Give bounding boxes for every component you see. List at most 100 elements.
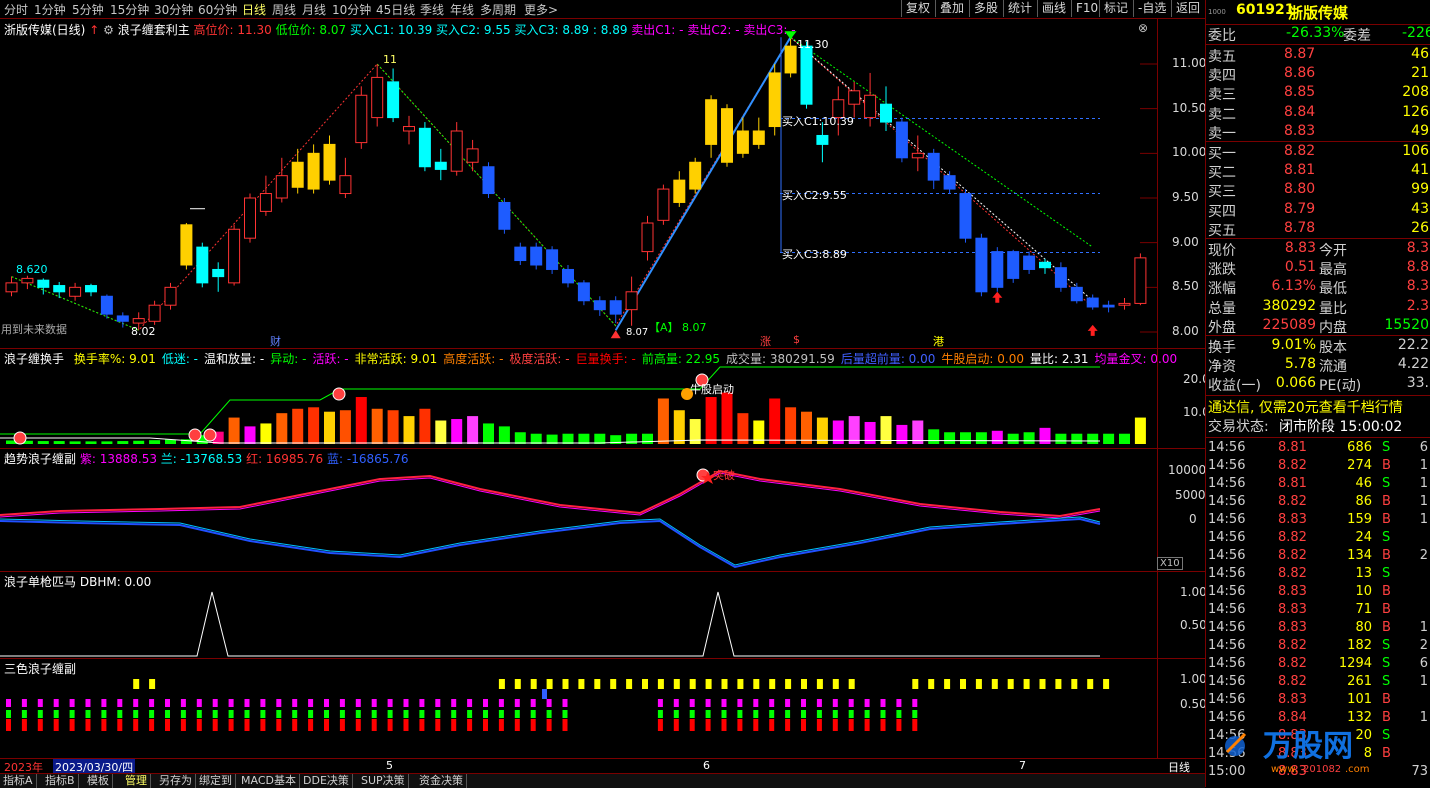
tricolor-red-mark: [260, 719, 266, 731]
period-tab[interactable]: 10分钟: [332, 1, 371, 18]
candle-body: [259, 193, 272, 212]
price-tick: 10.00: [1172, 145, 1207, 160]
tricolor-green-mark: [196, 710, 202, 718]
period-tab[interactable]: 60分钟: [198, 1, 237, 18]
period-tab[interactable]: 15分钟: [110, 1, 149, 18]
toolbar-button[interactable]: -自选: [1133, 0, 1170, 17]
tricolor-red-mark: [546, 719, 552, 731]
turnover-bar: [483, 423, 494, 444]
bottom-marker: [610, 330, 621, 339]
tick-bs: S: [1382, 638, 1391, 653]
date-axis: 2023年 2023/03/30/四 5 6 7 日线: [0, 758, 1205, 775]
period-tab[interactable]: 多周期: [480, 1, 516, 18]
candle-body: [705, 99, 718, 145]
toolbar-button[interactable]: 复权: [901, 0, 934, 17]
tricolor-red-mark: [53, 719, 59, 731]
price-axis: 11.00 10.50 10.00 9.50 9.00 8.50 8.00: [1157, 19, 1206, 348]
toolbar-button[interactable]: 叠加: [935, 0, 968, 17]
tricolor-red-mark: [785, 719, 791, 731]
tricolor-green-mark: [705, 710, 711, 718]
tick-v: 134: [1347, 548, 1372, 563]
tick-v: 101: [1347, 692, 1372, 707]
period-tab[interactable]: 分时: [4, 1, 28, 18]
ad-banner[interactable]: 通达信, 仅需20元查看千档行情: [1206, 397, 1430, 416]
period-tab[interactable]: 日线: [242, 1, 266, 18]
period-tab[interactable]: 周线: [272, 1, 296, 18]
toolbar-button[interactable]: 多股: [969, 0, 1002, 17]
candle-body: [689, 161, 702, 190]
tricolor-green-mark: [912, 710, 918, 718]
candle-body: [450, 130, 463, 172]
turnover-bar: [785, 407, 797, 444]
toolbar-button[interactable]: 画线: [1037, 0, 1070, 17]
fundamental-row: 收益(一) 0.066 PE(动) 33.: [1206, 375, 1430, 394]
turnover-title[interactable]: 浪子缠换手: [4, 352, 64, 366]
indicator-tab[interactable]: 模板: [84, 774, 113, 788]
turnover-metric: 后量超前量: 0.00: [840, 352, 936, 366]
ask-row: 卖二 8.84 126: [1206, 104, 1430, 123]
tick-p: 8.82: [1278, 656, 1307, 671]
toolbar-button[interactable]: 标记: [1099, 0, 1132, 17]
candle-body: [975, 237, 988, 293]
candle-body: [816, 134, 829, 145]
indicator-tab[interactable]: 管理: [122, 774, 151, 788]
turnover-bar: [276, 413, 288, 444]
tricolor-top-mark: [1087, 679, 1094, 689]
tricolor-red-mark: [562, 719, 568, 731]
tricolor-magenta-mark: [689, 699, 695, 707]
tick-bs: S: [1382, 566, 1391, 581]
tricolor-top-mark: [149, 679, 156, 689]
period-tab[interactable]: 45日线: [376, 1, 415, 18]
candle-body: [864, 94, 877, 119]
dbhm-chart: [0, 591, 1100, 657]
ad-text[interactable]: 通达信, 仅需20元查看千档行情: [1208, 397, 1403, 417]
tricolor-green-mark: [896, 710, 902, 718]
tricolor-red-mark: [705, 719, 711, 731]
fund-label-2: PE(动): [1319, 378, 1362, 395]
bid-row: 买二 8.81 41: [1206, 162, 1430, 181]
period-tab[interactable]: 1分钟: [34, 1, 66, 18]
indicator-tab[interactable]: 指标A: [0, 774, 37, 788]
tricolor-red-mark: [896, 719, 902, 731]
tricolor-red-mark: [355, 719, 361, 731]
indicator-tab[interactable]: 绑定到: [196, 774, 236, 788]
turnover-metric: 非常活跃: 9.01: [354, 352, 438, 366]
tick-bs: B: [1382, 620, 1391, 635]
period-tab[interactable]: 年线: [450, 1, 474, 18]
stat-value: 225089: [1262, 316, 1316, 333]
stat-label-2: 今开: [1319, 243, 1347, 259]
toolbar-button[interactable]: 统计: [1003, 0, 1036, 17]
turnover-bar: [944, 432, 956, 444]
turnover-bar: [1007, 433, 1019, 444]
tricolor-red-mark: [467, 719, 473, 731]
period-tab[interactable]: 季线: [420, 1, 444, 18]
candle-body: [307, 152, 320, 190]
indicator-tab[interactable]: 指标B: [42, 774, 79, 788]
toolbar-button[interactable]: F10: [1071, 0, 1102, 17]
period-tab[interactable]: 月线: [302, 1, 326, 18]
indicator-tab[interactable]: 另存为: [156, 774, 196, 788]
candle-body: [339, 175, 352, 195]
turnover-legend: 浪子缠换手 换手率%: 9.01 低迷: - 温和放量: - 异动: - 活跃: - 非常…: [4, 350, 1177, 367]
period-tab[interactable]: 5分钟: [72, 1, 104, 18]
indicator-tab[interactable]: MACD基本: [238, 774, 300, 788]
tricolor-tick-05: 0.50: [1180, 697, 1207, 711]
tricolor-green-mark: [880, 710, 886, 718]
tricolor-magenta-mark: [816, 699, 822, 707]
candle-body: [498, 201, 511, 230]
tick-v: 24: [1355, 530, 1372, 545]
period-tab[interactable]: 30分钟: [154, 1, 193, 18]
tick-p: 8.82: [1278, 458, 1307, 473]
candle-body: [657, 188, 670, 221]
indicator-tab[interactable]: SUP决策: [358, 774, 409, 788]
toolbar-button[interactable]: 返回: [1171, 0, 1204, 17]
tick-row: 14:56 8.82 86 B 1: [1206, 494, 1430, 512]
tricolor-red-mark: [292, 719, 298, 731]
tricolor-red-mark: [339, 719, 345, 731]
candle-body: [69, 286, 82, 297]
indicator-tab[interactable]: DDE决策: [300, 774, 353, 788]
period-tab[interactable]: 更多>: [524, 1, 558, 18]
tick-t: 14:56: [1208, 638, 1246, 653]
candle-body: [148, 304, 161, 322]
indicator-tab[interactable]: 资金决策: [416, 774, 467, 788]
